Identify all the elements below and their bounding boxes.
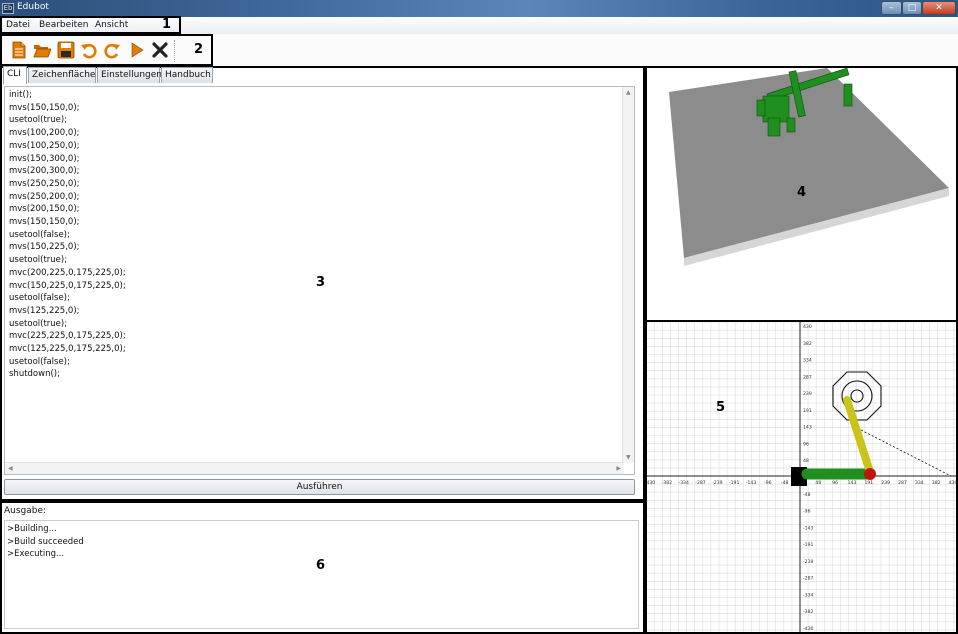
annotation-6: 6 [316, 558, 326, 573]
x-tick-label: 191 [864, 480, 873, 486]
y-tick-label: 287 [803, 374, 812, 380]
x-tick-label: -382 [662, 480, 673, 486]
x-tick-label: 239 [881, 480, 890, 486]
y-tick-label: 239 [803, 391, 812, 397]
vertical-scrollbar[interactable]: ▲ ▼ [622, 87, 634, 463]
x-tick-label: -334 [678, 480, 689, 486]
annotation-2: 2 [194, 42, 204, 57]
y-tick-label: -382 [803, 609, 814, 615]
y-tick-label: 96 [803, 441, 809, 447]
horizontal-scrollbar[interactable]: ◀ ▶ [5, 462, 624, 474]
run-button[interactable]: Ausführen [4, 479, 635, 495]
x-tick-label: -143 [746, 480, 757, 486]
x-tick-label: 382 [932, 480, 941, 486]
y-tick-label: -96 [803, 509, 811, 515]
x-tick-label: -239 [712, 480, 723, 486]
y-tick-label: 382 [803, 341, 812, 347]
tab-zeichenflaeche[interactable]: Zeichenfläche [28, 67, 96, 83]
scroll-up-icon[interactable]: ▲ [626, 89, 631, 96]
new-file-icon[interactable] [10, 41, 28, 59]
x-tick-label: 96 [832, 480, 838, 486]
robot-joint [864, 468, 876, 480]
y-tick-label: -48 [803, 492, 811, 498]
y-tick-label: -191 [803, 542, 814, 548]
y-tick-label: -430 [803, 626, 814, 632]
toolbar-grip[interactable] [174, 40, 180, 62]
annotation-1: 1 [162, 17, 172, 32]
x-tick-label: 48 [815, 480, 821, 486]
x-tick-label: -96 [764, 480, 772, 486]
annotation-box-1 [0, 16, 181, 34]
tab-cli[interactable]: CLI [3, 66, 27, 84]
output-console[interactable]: >Building... >Build succeeded >Executing… [4, 520, 639, 629]
redo-icon[interactable] [103, 41, 121, 59]
scroll-right-icon[interactable]: ▶ [616, 465, 621, 472]
x-tick-label: 143 [848, 480, 857, 486]
minimize-button[interactable]: – [881, 1, 902, 15]
x-tick-label: 430 [949, 480, 956, 486]
close-button[interactable]: ✕ [922, 1, 956, 15]
y-tick-label: 191 [803, 408, 812, 414]
y-tick-label: -287 [803, 576, 814, 582]
y-tick-label: 143 [803, 425, 812, 431]
stop-icon[interactable] [151, 41, 169, 59]
code-text[interactable]: init(); mvs(150,150,0); usetool(true); m… [9, 89, 126, 381]
output-label: Ausgabe: [4, 506, 47, 516]
save-icon[interactable] [57, 41, 75, 59]
window-title: Edubot [17, 2, 49, 12]
annotation-5: 5 [716, 400, 726, 415]
open-folder-icon[interactable] [33, 41, 51, 59]
2d-plot-panel[interactable]: -430 -382 -334 -287 -239 -191 -143 -96 -48 48 96 14… [645, 320, 958, 634]
y-tick-label: -143 [803, 525, 814, 531]
x-tick-label: 287 [898, 480, 907, 486]
x-tick-label: -287 [695, 480, 706, 486]
scroll-left-icon[interactable]: ◀ [8, 465, 13, 472]
y-tick-label: 48 [803, 458, 809, 464]
annotation-4: 4 [797, 185, 807, 200]
y-tick-label: 334 [803, 358, 812, 364]
y-tick-label: -239 [803, 559, 814, 565]
y-tick-label: 430 [803, 324, 812, 330]
maximize-button[interactable]: □ [902, 1, 922, 15]
2d-plot[interactable]: -430 -382 -334 -287 -239 -191 -143 -96 -48 48 96 14… [645, 321, 957, 632]
annotation-3: 3 [316, 275, 326, 290]
tab-einstellungen[interactable]: Einstellungen [97, 67, 162, 83]
tab-handbuch[interactable]: Handbuch [161, 67, 213, 83]
app-logo-icon: Eb [2, 3, 14, 14]
x-tick-label: -191 [729, 480, 740, 486]
run-icon[interactable] [128, 41, 146, 59]
x-tick-label: 334 [915, 480, 924, 486]
undo-icon[interactable] [80, 41, 98, 59]
title-bar: Eb Edubot – □ ✕ [0, 0, 958, 17]
y-tick-label: -334 [803, 592, 814, 598]
x-tick-label: -430 [647, 480, 655, 486]
x-tick-label: -48 [781, 480, 789, 486]
scroll-down-icon[interactable]: ▼ [626, 454, 631, 461]
output-text: >Building... >Build succeeded >Executing… [7, 524, 84, 559]
